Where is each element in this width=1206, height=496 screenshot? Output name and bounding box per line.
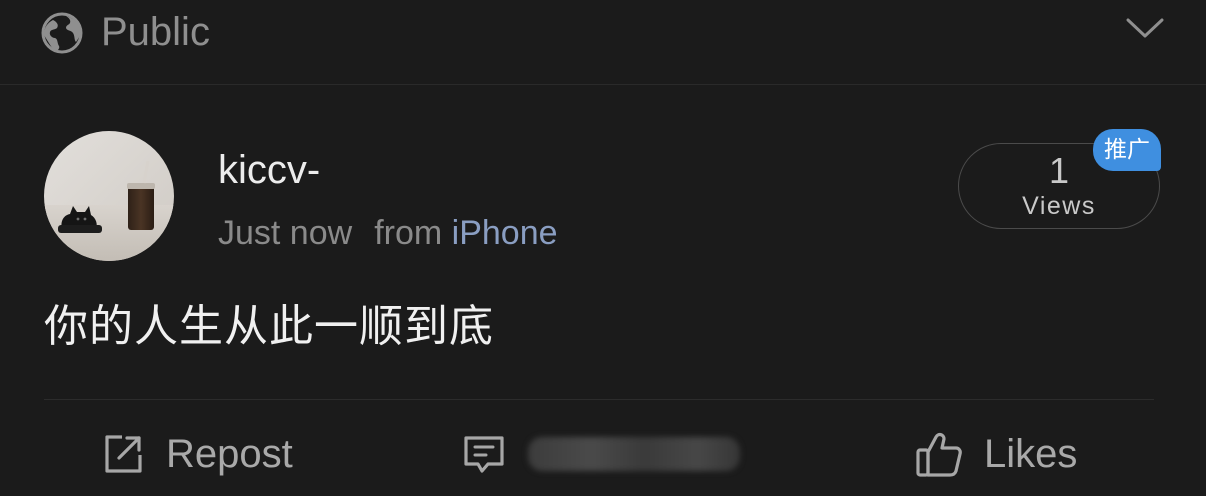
globe-icon	[41, 12, 83, 54]
username[interactable]: kiccv-	[218, 146, 320, 194]
visibility-selector[interactable]: Public	[0, 0, 1206, 85]
likes-button[interactable]: Likes	[914, 424, 1077, 484]
post-meta: Just now from iPhone	[218, 212, 558, 254]
chevron-down-icon[interactable]	[1125, 14, 1165, 42]
comment-button[interactable]	[462, 424, 740, 484]
comment-icon	[464, 436, 504, 473]
post-source[interactable]: iPhone	[452, 214, 558, 252]
repost-label: Repost	[166, 432, 293, 476]
post-card: Public kiccv- Just now from iPhone 1 Vie…	[0, 0, 1206, 496]
comment-label-blurred	[528, 437, 740, 471]
avatar[interactable]	[44, 131, 174, 261]
repost-button[interactable]: Repost	[100, 424, 293, 484]
divider	[44, 399, 1154, 400]
post-time: Just now	[218, 214, 353, 252]
from-prefix: from	[374, 214, 443, 252]
post-text: 你的人生从此一顺到底	[44, 301, 494, 352]
promote-badge[interactable]: 推广	[1093, 129, 1161, 171]
visibility-label: Public	[101, 10, 210, 54]
likes-label: Likes	[984, 432, 1078, 476]
repost-icon	[105, 435, 142, 473]
avatar-image	[44, 131, 174, 261]
views-label: Views	[1022, 192, 1096, 220]
thumbs-up-icon	[916, 432, 962, 477]
